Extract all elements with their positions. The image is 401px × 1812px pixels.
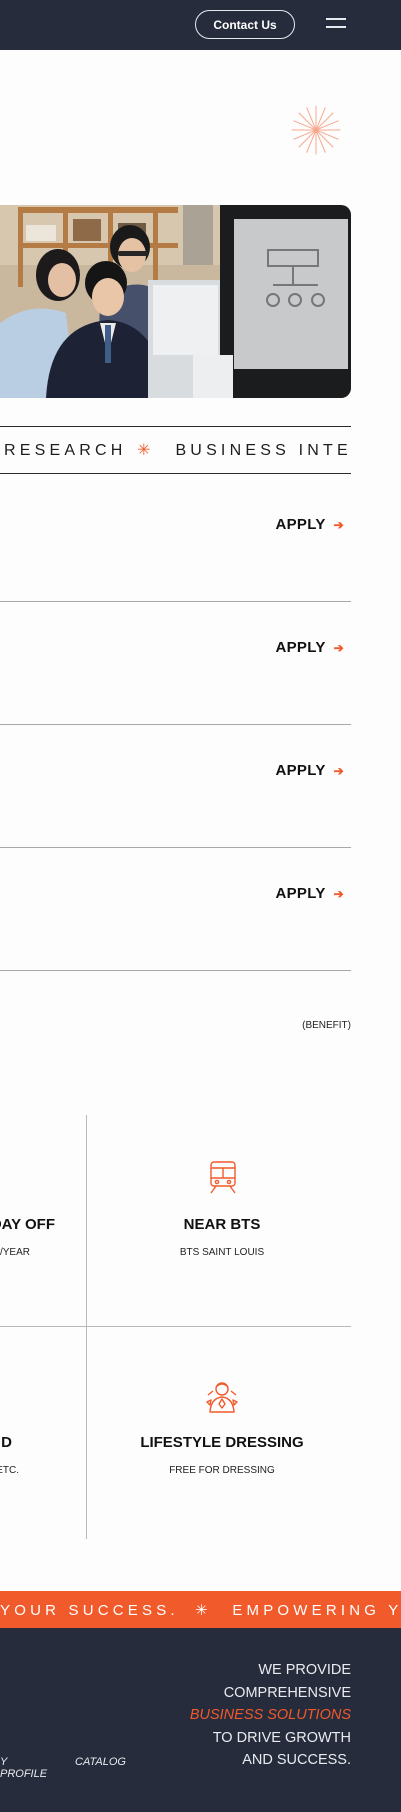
tagline-line: COMPREHENSIVE	[223, 1684, 351, 1701]
benefit-subtitle: BTS SAINT LOUIS	[179, 1247, 265, 1258]
arrow-right-icon: ➔	[333, 640, 344, 655]
contact-us-button[interactable]: Contact Us	[195, 10, 295, 39]
apply-label: APPLY	[275, 516, 326, 533]
dressing-person-icon	[206, 1382, 238, 1413]
marquee-ticker-top: RESEARCH ✳ BUSINESS INTEL	[0, 426, 351, 474]
apply-link[interactable]: APPLY ➔	[276, 516, 345, 533]
starburst-icon	[291, 105, 341, 155]
footer-tagline: WE PROVIDE COMPREHENSIVE BUSINESS SOLUTI…	[190, 1659, 351, 1772]
hamburger-menu-icon[interactable]	[326, 17, 346, 29]
tagline-line: WE PROVIDE	[258, 1662, 351, 1678]
benefit-title: D	[1, 1434, 12, 1451]
asterisk-icon: ✳	[195, 1602, 212, 1619]
apply-link[interactable]: APPLY ➔	[276, 885, 345, 902]
benefit-title: DAY OFF	[0, 1216, 55, 1233]
benefit-section-label: (BENEFIT)	[302, 1020, 351, 1031]
ticker-segment: BUSINESS INTEL	[175, 442, 351, 459]
apply-label: APPLY	[275, 639, 326, 656]
benefit-subtitle: FREE FOR DRESSING	[169, 1465, 275, 1476]
tagline-line: AND SUCCESS.	[242, 1752, 351, 1768]
footer-link-catalog[interactable]: CATALOG	[75, 1756, 126, 1768]
footer-link-company-profile[interactable]: Y PROFILE	[0, 1756, 55, 1780]
job-listing-row: APPLY ➔	[0, 478, 351, 602]
apply-link[interactable]: APPLY ➔	[276, 639, 345, 656]
arrow-right-icon: ➔	[333, 763, 344, 778]
arrow-right-icon: ➔	[333, 517, 344, 532]
hero-team-photo	[0, 205, 351, 398]
job-listing-row: APPLY ➔	[0, 847, 351, 971]
job-listing-row: APPLY ➔	[0, 724, 351, 848]
ticker-segment: YOUR SUCCESS.	[0, 1602, 179, 1619]
apply-label: APPLY	[275, 762, 326, 779]
arrow-right-icon: ➔	[333, 886, 344, 901]
benefit-title: NEAR BTS	[183, 1216, 261, 1233]
ticker-segment: RESEARCH	[4, 442, 127, 459]
benefit-subtitle: ETC.	[0, 1465, 19, 1476]
ticker-segment: EMPOWERING Y	[232, 1602, 401, 1619]
benefit-title: LIFESTYLE DRESSING	[140, 1434, 304, 1451]
apply-label: APPLY	[275, 885, 326, 902]
job-listing-row: APPLY ➔	[0, 601, 351, 725]
asterisk-icon: ✳	[137, 442, 155, 459]
marquee-ticker-bottom: YOUR SUCCESS. ✳ EMPOWERING Y	[0, 1591, 401, 1628]
grid-divider-horizontal	[0, 1326, 351, 1327]
apply-link[interactable]: APPLY ➔	[276, 762, 345, 779]
tagline-highlight: BUSINESS SOLUTIONS	[189, 1707, 351, 1723]
benefit-subtitle: /YEAR	[0, 1247, 30, 1258]
tagline-line: TO DRIVE GROWTH	[212, 1729, 351, 1746]
train-icon	[210, 1161, 236, 1194]
